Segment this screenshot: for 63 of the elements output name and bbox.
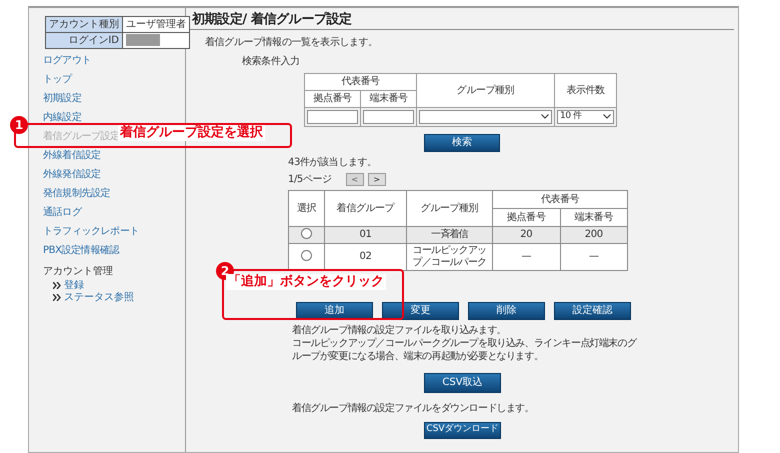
sidebar-link[interactable]: 外線着信設定 [43, 146, 101, 165]
column-header: グループ種別 [406, 190, 492, 226]
chevron-down-icon [603, 114, 611, 120]
table-cell: — [560, 243, 628, 270]
column-header: 着信グループ [324, 190, 406, 226]
select-field[interactable] [419, 110, 552, 124]
sidebar-section-label: アカウント管理 [43, 265, 114, 279]
callout-text: 「追加」ボタンをクリック [226, 274, 386, 290]
sidebar-link[interactable]: ステータス参照 [64, 290, 134, 304]
column-header: 代表番号 [492, 190, 628, 208]
callout-text: 着信グループ設定を選択 [118, 125, 265, 141]
next-page-button[interactable]: > [368, 173, 386, 186]
sidebar-link[interactable]: PBX設定情報確認 [43, 241, 120, 260]
chevron-down-icon [541, 114, 549, 120]
text-field[interactable] [363, 110, 414, 124]
action-button[interactable]: 設定確認 [554, 302, 631, 320]
sidebar-link[interactable]: 登録 [64, 278, 84, 292]
account-label: アカウント種別 [46, 16, 122, 32]
text-field[interactable] [307, 110, 358, 124]
column-header: 拠点番号 [304, 90, 360, 108]
column-header: 端末番号 [560, 208, 628, 226]
section-heading: 検索条件入力 [242, 54, 301, 69]
account-value: ユーザ管理者 [122, 16, 190, 32]
sidebar-link[interactable]: 通話ログ [43, 203, 82, 222]
column-header: 拠点番号 [492, 208, 560, 226]
page-indicator: 1/5ページ [288, 173, 332, 188]
sidebar-link[interactable]: 発信規制先設定 [43, 184, 110, 203]
import-description: コールピックアップ／コールパークグループを取り込み、ラインキー点灯端末のグループが変更になる場合、端末の再起動が必要となります。 [292, 336, 638, 363]
column-header: 代表番号 [304, 73, 416, 90]
result-count: 43件が該当します。 [288, 156, 378, 170]
double-chevron-icon [53, 294, 61, 300]
csv-import-button[interactable]: CSV取込 [424, 372, 501, 393]
table-cell: 200 [560, 226, 628, 244]
action-button[interactable]: 追加 [296, 302, 373, 320]
sidebar-link[interactable]: 内線設定 [43, 108, 82, 127]
radio-button[interactable] [301, 228, 312, 240]
column-header: 表示件数 [554, 73, 616, 108]
table-cell: — [492, 243, 560, 270]
csv-download-button[interactable]: CSVダウンロード [424, 422, 501, 439]
page-title: 初期設定/ 着信グループ設定 [190, 12, 734, 30]
column-header: グループ種別 [416, 73, 554, 108]
export-description: 着信グループ情報の設定ファイルをダウンロードします。 [292, 402, 535, 416]
table-cell: 20 [492, 226, 560, 244]
description-text: 着信グループ情報の一覧を表示します。 [205, 36, 379, 50]
action-button[interactable]: 変更 [382, 302, 459, 320]
column-header: 選択 [288, 190, 324, 226]
column-header: 端末番号 [360, 90, 416, 108]
double-chevron-icon [53, 282, 61, 288]
search-button[interactable]: 検索 [424, 134, 500, 152]
import-description: 着信グループ情報の設定ファイルを取り込みます。 [292, 324, 507, 337]
radio-button[interactable] [301, 250, 312, 262]
step-number: 1 [10, 116, 28, 134]
sidebar-link[interactable]: トップ [43, 70, 72, 89]
action-button[interactable]: 削除 [468, 302, 545, 320]
sidebar-link[interactable]: トラフィックレポート [43, 222, 140, 241]
select-field[interactable]: 10 件 [557, 110, 614, 124]
account-label: ログインID [46, 32, 122, 48]
sidebar-link[interactable]: ログアウト [43, 51, 92, 70]
sidebar-link[interactable]: 外線発信設定 [43, 165, 101, 184]
sidebar-link[interactable]: 初期設定 [43, 89, 82, 108]
table-cell: 01 [324, 226, 406, 244]
table-cell: 一斉着信 [406, 226, 492, 244]
table-cell: コールピックアップ／コールパーク [406, 243, 492, 270]
